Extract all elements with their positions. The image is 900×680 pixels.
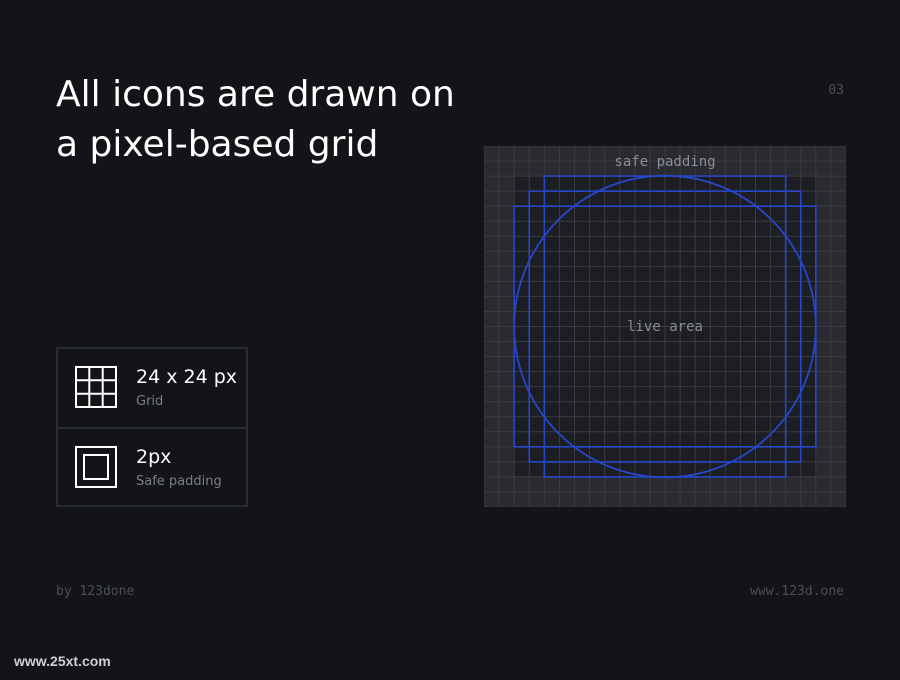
spec-label-padding: Safe padding bbox=[136, 474, 222, 489]
spec-panel: 24 x 24 px Grid 2px Safe padding bbox=[56, 347, 248, 507]
live-area-label: live area bbox=[627, 319, 703, 335]
footer-author: by 123done bbox=[56, 584, 135, 599]
icon-grid-diagram: safe padding live area bbox=[484, 146, 846, 507]
footer-url: www.123d.one bbox=[750, 584, 844, 599]
spec-value-grid: 24 x 24 px bbox=[136, 366, 238, 388]
spec-value-padding: 2px bbox=[136, 446, 172, 468]
spec-label-grid: Grid bbox=[136, 394, 164, 409]
spec-row-padding: 2px Safe padding bbox=[58, 427, 246, 505]
page-number: 03 bbox=[828, 83, 844, 98]
spec-row-grid: 24 x 24 px Grid bbox=[58, 349, 246, 427]
page-title: All icons are drawn on a pixel-based gri… bbox=[56, 74, 455, 165]
watermark: www.25xt.com bbox=[14, 653, 111, 669]
padding-square-icon bbox=[75, 446, 117, 488]
icon-grid-svg: safe padding live area bbox=[484, 146, 846, 507]
safe-padding-label: safe padding bbox=[614, 154, 715, 170]
grid-icon bbox=[75, 366, 117, 408]
